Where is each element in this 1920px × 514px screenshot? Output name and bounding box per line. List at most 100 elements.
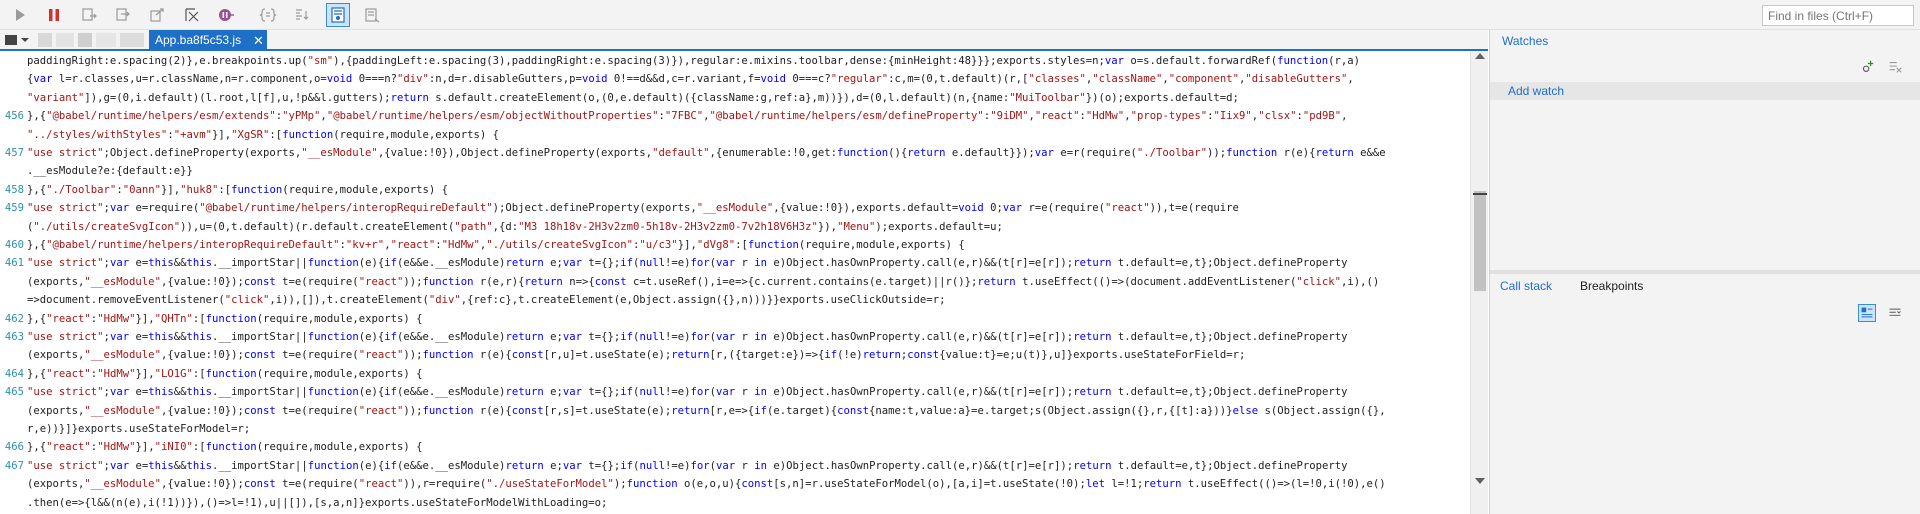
code-text: (exports,"__esModule",{value:!0});const … <box>27 404 1386 417</box>
line-number[interactable]: 458 <box>0 181 24 199</box>
continue-button[interactable] <box>8 3 32 27</box>
code-line[interactable]: 464},{"react":"HdMw"}],"LO1G":[function(… <box>0 365 1470 383</box>
collapse-frames-button[interactable] <box>1886 304 1904 322</box>
tab-breakpoints[interactable]: Breakpoints <box>1580 279 1643 293</box>
code-line[interactable]: 460},{"@babel/runtime/helpers/interopReq… <box>0 236 1470 254</box>
breakpoints-toggle-button[interactable] <box>360 3 384 27</box>
code-text: =>document.removeEventListener("click",i… <box>27 294 946 307</box>
tab-blurred[interactable] <box>120 33 144 47</box>
tab-blurred[interactable] <box>78 33 92 47</box>
code-text: "use strict";var e=require("@babel/runti… <box>27 202 1239 215</box>
code-line[interactable]: .__esModule?e:{default:e}} <box>0 162 1470 180</box>
code-text: (exports,"__esModule",{value:!0});const … <box>27 275 1380 288</box>
code-line[interactable]: 457 "use strict";Object.defineProperty(ex… <box>0 144 1470 162</box>
line-number[interactable]: 462 <box>0 310 24 328</box>
code-line[interactable]: (exports,"__esModule",{value:!0});const … <box>0 273 1470 291</box>
step-into-icon <box>116 8 130 21</box>
tab-label: App.ba8f5c53.js <box>155 33 242 47</box>
scroll-down-icon[interactable] <box>1475 478 1485 484</box>
delete-watches-icon <box>1889 62 1902 73</box>
add-watch-icon <box>1862 60 1874 72</box>
add-watch-button[interactable] <box>1858 58 1876 76</box>
code-line[interactable]: 463 "use strict";var e=this&&this.__impor… <box>0 328 1470 346</box>
delete-all-watches-button[interactable] <box>1886 58 1904 76</box>
break-on-new-worker-button[interactable] <box>180 3 204 27</box>
code-text: r,e))}]}exports.useStateForModel=r; <box>27 423 251 435</box>
step-out-button[interactable] <box>146 3 170 27</box>
scrollbar-thumb[interactable] <box>1474 191 1486 291</box>
line-number[interactable]: 463 <box>0 328 24 346</box>
code-line[interactable]: (exports,"__esModule",{value:!0});const … <box>0 402 1470 420</box>
line-number[interactable]: 464 <box>0 365 24 383</box>
line-number[interactable]: 465 <box>0 383 24 401</box>
code-text: },{"react":"HdMw"}],"QHTn":[function(req… <box>27 312 423 325</box>
line-number[interactable]: 457 <box>0 144 24 162</box>
code-text: "use strict";var e=this&&this.__importSt… <box>27 331 1348 343</box>
tab-app-js[interactable]: App.ba8f5c53.js ✕ <box>149 30 267 51</box>
just-my-code-icon <box>331 7 345 23</box>
step-over-icon <box>82 8 97 21</box>
step-over-button[interactable] <box>78 3 102 27</box>
code-line[interactable]: paddingRight:e.spacing(2)},e.breakpoints… <box>0 52 1470 70</box>
pretty-print-icon <box>296 9 309 20</box>
code-line[interactable]: 465 "use strict";var e=this&&this.__impor… <box>0 383 1470 401</box>
code-line[interactable]: 467 "use strict";var e=this&&this.__impor… <box>0 457 1470 475</box>
pretty-print-button[interactable] <box>290 3 314 27</box>
code-line[interactable]: 466},{"react":"HdMw"}],"iNI0":[function(… <box>0 438 1470 456</box>
watches-toolbar <box>1490 52 1920 80</box>
code-text: "variant"]),g=(0,i.default)(l.root,l[f],… <box>27 91 1239 104</box>
close-icon[interactable]: ✕ <box>253 33 264 49</box>
line-number[interactable]: 456 <box>0 107 24 125</box>
play-icon <box>16 9 25 21</box>
code-line[interactable]: (exports,"__esModule",{value:!0});const … <box>0 475 1470 493</box>
tab-blurred[interactable] <box>56 33 74 47</box>
open-files-icon[interactable] <box>4 32 32 48</box>
find-in-files-input[interactable] <box>1762 5 1914 26</box>
code-line[interactable]: ("./utils/createSvgIcon")),u=(0,t.defaul… <box>0 218 1470 236</box>
line-number[interactable]: 466 <box>0 438 24 456</box>
code-line[interactable]: "variant"]),g=(0,i.default)(l.root,l[f],… <box>0 89 1470 107</box>
tab-blurred[interactable] <box>96 33 116 47</box>
tab-callstack[interactable]: Call stack <box>1500 279 1552 293</box>
scroll-up-icon[interactable] <box>1475 53 1485 59</box>
code-line[interactable]: =>document.removeEventListener("click",i… <box>0 291 1470 309</box>
breakpoints-toggle-icon <box>365 8 380 23</box>
step-into-button[interactable] <box>112 3 136 27</box>
code-text: },{"react":"HdMw"}],"iNI0":[function(req… <box>27 441 423 454</box>
just-my-code-button[interactable] <box>326 3 350 27</box>
line-number[interactable]: 460 <box>0 236 24 254</box>
editor-scrollbar[interactable] <box>1470 51 1488 514</box>
add-watch-row[interactable]: Add watch <box>1490 82 1920 100</box>
line-number[interactable]: 467 <box>0 457 24 475</box>
line-number[interactable]: 459 <box>0 199 24 217</box>
code-line[interactable]: "../styles/withStyles":"+avm"}],"XgSR":[… <box>0 126 1470 144</box>
source-map-button[interactable] <box>256 3 280 27</box>
code-line[interactable]: r,e))}]}exports.useStateForModel=r; <box>0 420 1470 438</box>
code-line[interactable]: 461 "use strict";var e=this&&this.__impor… <box>0 254 1470 272</box>
code-text: },{"@babel/runtime/helpers/esm/extends":… <box>27 110 1348 123</box>
code-line[interactable]: 462},{"react":"HdMw"}],"QHTn":[function(… <box>0 310 1470 328</box>
code-line[interactable]: .then(e=>{l&&(n(e),i(!1))}),()=>l=!1),u|… <box>0 494 1470 512</box>
show-library-frames-button[interactable] <box>1858 304 1876 322</box>
source-map-icon <box>259 8 277 22</box>
debug-side-panel: Watches Add watch Call stack Breakpoints <box>1489 30 1920 514</box>
code-text: "use strict";var e=this&&this.__importSt… <box>27 459 1348 472</box>
pause-button[interactable] <box>42 3 66 27</box>
code-text: .then(e=>{l&&(n(e),i(!1))}),()=>l=!1),u|… <box>27 496 608 509</box>
library-frames-icon <box>1861 307 1873 318</box>
code-line[interactable]: (exports,"__esModule",{value:!0});const … <box>0 346 1470 364</box>
tab-blurred[interactable] <box>38 33 52 47</box>
code-text: "use strict";var e=this&&this.__importSt… <box>27 257 1348 270</box>
code-line[interactable]: {var l=r.classes,u=r.className,n=r.compo… <box>0 70 1470 88</box>
exception-behavior-button[interactable] <box>214 3 238 27</box>
current-line-marker <box>1473 193 1487 195</box>
code-line[interactable]: 459 "use strict";var e=require("@babel/ru… <box>0 199 1470 217</box>
line-number[interactable]: 461 <box>0 254 24 272</box>
code-editor[interactable]: paddingRight:e.spacing(2)},e.breakpoints… <box>0 51 1488 514</box>
code-text: (exports,"__esModule",{value:!0});const … <box>27 478 1386 491</box>
document-tabbar: App.ba8f5c53.js ✕ <box>0 30 1488 51</box>
code-line[interactable]: 458},{"./Toolbar":"0ann"}],"huk8":[funct… <box>0 181 1470 199</box>
callstack-toolbar <box>1490 300 1920 328</box>
code-line[interactable]: 456},{"@babel/runtime/helpers/esm/extend… <box>0 107 1470 125</box>
code-text: "../styles/withStyles":"+avm"}],"XgSR":[… <box>27 128 500 141</box>
